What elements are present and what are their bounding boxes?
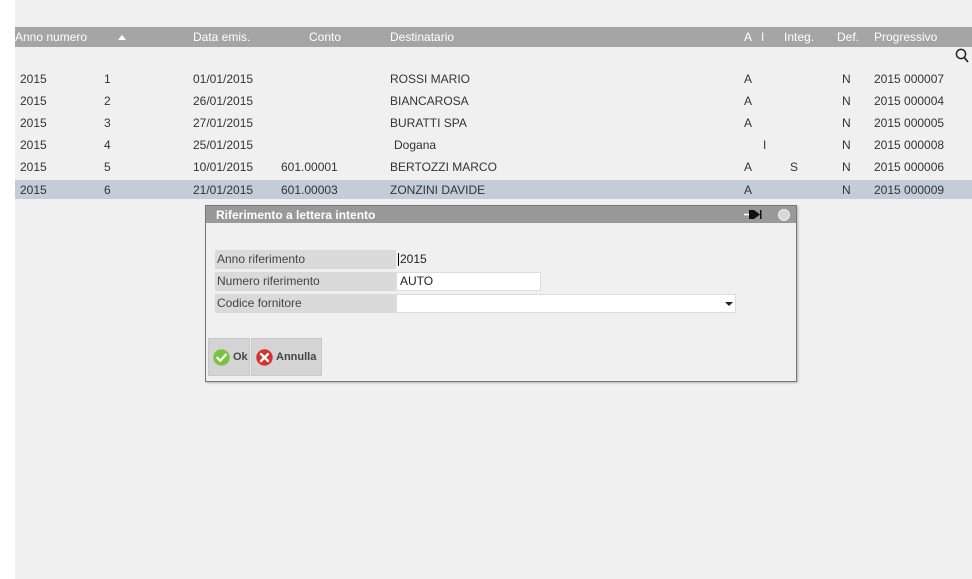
cell-anno: 2015	[20, 116, 47, 130]
cell-data: 01/01/2015	[193, 72, 254, 86]
cell-data: 21/01/2015	[193, 183, 254, 197]
codice-fornitore-label: Codice fornitore	[215, 294, 396, 313]
cell-destinatario: BIANCAROSA	[390, 94, 469, 108]
cell-anno: 2015	[20, 160, 47, 174]
dialog-title: Riferimento a lettera intento	[216, 208, 376, 222]
cell-numero: 6	[104, 183, 111, 197]
column-progressivo[interactable]: Progressivo	[874, 30, 937, 44]
cell-numero: 2	[104, 94, 111, 108]
chevron-down-icon[interactable]	[725, 302, 733, 306]
cell-def: N	[842, 72, 851, 86]
column-data-emis[interactable]: Data emis.	[193, 30, 250, 44]
cell-a: A	[744, 116, 753, 130]
cell-integ: S	[790, 160, 799, 174]
table-header: Anno numero Data emis. Conto Destinatari…	[15, 27, 972, 47]
riferimento-lettera-intento-dialog: Riferimento a lettera intento Anno rifer…	[205, 205, 797, 382]
cell-a: A	[744, 94, 753, 108]
cell-destinatario: ROSSI MARIO	[390, 72, 471, 86]
cell-anno: 2015	[20, 138, 47, 152]
cell-data: 25/01/2015	[193, 138, 254, 152]
cell-a: A	[744, 183, 753, 197]
cell-data: 26/01/2015	[193, 94, 254, 108]
annulla-button-label: Annulla	[276, 351, 317, 363]
table-row[interactable]: 2015 5 10/01/2015 601.00001 BERTOZZI MARCO A S…	[15, 157, 972, 176]
cell-anno: 2015	[20, 94, 47, 108]
cell-destinatario: Dogana	[394, 138, 437, 152]
table-row[interactable]: 2015 1 01/01/2015 ROSSI MARIO A N 2015 000007	[15, 69, 972, 88]
cell-def: N	[842, 138, 851, 152]
cell-numero: 3	[104, 116, 111, 130]
ok-button[interactable]: Ok	[208, 338, 250, 376]
anno-riferimento-input[interactable]: 2015	[396, 250, 441, 269]
table-row[interactable]: 2015 2 26/01/2015 BIANCAROSA A N 2015 000004	[15, 91, 972, 110]
cell-data: 27/01/2015	[193, 116, 254, 130]
table-row[interactable]: 2015 4 25/01/2015 Dogana I N 2015 000008	[15, 135, 972, 154]
cell-def: N	[842, 94, 851, 108]
text-caret	[398, 253, 399, 266]
numero-riferimento-label: Numero riferimento	[215, 272, 396, 291]
search-icon[interactable]	[955, 48, 969, 64]
cell-anno: 2015	[20, 72, 47, 86]
cell-def: N	[842, 183, 851, 197]
sort-ascending-icon[interactable]	[118, 35, 126, 40]
cell-def: N	[842, 160, 851, 174]
column-anno-numero[interactable]: Anno numero	[15, 30, 87, 44]
cell-progressivo: 2015 000006	[874, 160, 945, 174]
cell-conto: 601.00003	[281, 183, 338, 197]
table-row[interactable]: 2015 6 21/01/2015 601.00003 ZONZINI DAVIDE A N…	[15, 180, 972, 199]
document-list-panel: Anno numero Data emis. Conto Destinatari…	[15, 0, 972, 579]
column-integ[interactable]: Integ.	[784, 30, 814, 44]
annulla-button[interactable]: Annulla	[251, 338, 322, 376]
cell-numero: 1	[104, 72, 111, 86]
codice-fornitore-select[interactable]	[396, 294, 736, 313]
cell-numero: 4	[104, 138, 111, 152]
cell-destinatario: ZONZINI DAVIDE	[390, 183, 486, 197]
cell-progressivo: 2015 000004	[874, 94, 945, 108]
cell-a: A	[744, 160, 753, 174]
cell-progressivo: 2015 000009	[874, 183, 945, 197]
numero-riferimento-input[interactable]: AUTO	[396, 272, 541, 291]
table-row[interactable]: 2015 3 27/01/2015 BURATTI SPA A N 2015 000005	[15, 113, 972, 132]
anno-riferimento-value: 2015	[400, 252, 427, 266]
column-destinatario[interactable]: Destinatario	[390, 30, 454, 44]
anno-riferimento-label: Anno riferimento	[215, 250, 396, 269]
column-i[interactable]: I	[761, 30, 764, 44]
dialog-title-bar: Riferimento a lettera intento	[206, 206, 796, 223]
numero-riferimento-value: AUTO	[400, 274, 434, 288]
cell-progressivo: 2015 000005	[874, 116, 945, 130]
pin-icon[interactable]	[744, 209, 762, 220]
cell-destinatario: BERTOZZI MARCO	[390, 160, 497, 174]
column-conto[interactable]: Conto	[309, 30, 341, 44]
column-def[interactable]: Def.	[837, 30, 859, 44]
cell-progressivo: 2015 000008	[874, 138, 945, 152]
cell-numero: 5	[104, 160, 111, 174]
cell-progressivo: 2015 000007	[874, 72, 945, 86]
window-circle-icon[interactable]	[778, 209, 790, 221]
ok-button-label: Ok	[233, 351, 248, 363]
cell-destinatario: BURATTI SPA	[390, 116, 467, 130]
cell-a: A	[744, 72, 753, 86]
cell-def: N	[842, 116, 851, 130]
cell-i: I	[763, 138, 767, 152]
cell-conto: 601.00001	[281, 160, 338, 174]
x-circle-icon	[256, 349, 273, 366]
cell-data: 10/01/2015	[193, 160, 254, 174]
column-a[interactable]: A	[744, 30, 752, 44]
cell-anno: 2015	[20, 183, 47, 197]
check-circle-icon	[213, 349, 230, 366]
